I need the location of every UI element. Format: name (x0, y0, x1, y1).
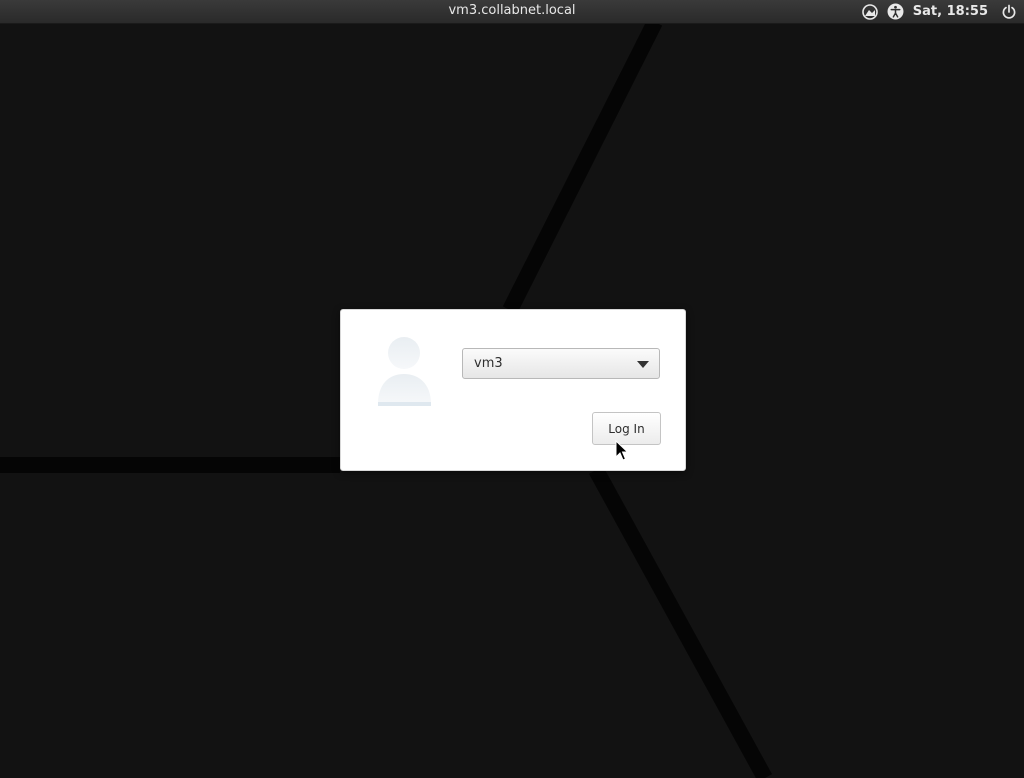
user-avatar-icon (378, 337, 431, 406)
clock[interactable]: Sat, 18:55 (913, 4, 988, 19)
login-screen: vm3.collabnet.local Sat, 18:55 vm3 Log I… (0, 0, 1024, 778)
selected-user: vm3 (474, 356, 503, 371)
mouse-cursor-icon (615, 440, 629, 461)
status-area: Sat, 18:55 (861, 2, 1018, 21)
network-status-icon[interactable] (861, 3, 879, 21)
login-dialog: vm3 Log In (340, 309, 686, 471)
accessibility-icon[interactable] (887, 3, 905, 21)
top-bar: vm3.collabnet.local Sat, 18:55 (0, 0, 1024, 24)
user-select[interactable]: vm3 (462, 348, 660, 379)
chevron-down-icon (637, 361, 649, 368)
power-icon[interactable] (1000, 3, 1018, 21)
